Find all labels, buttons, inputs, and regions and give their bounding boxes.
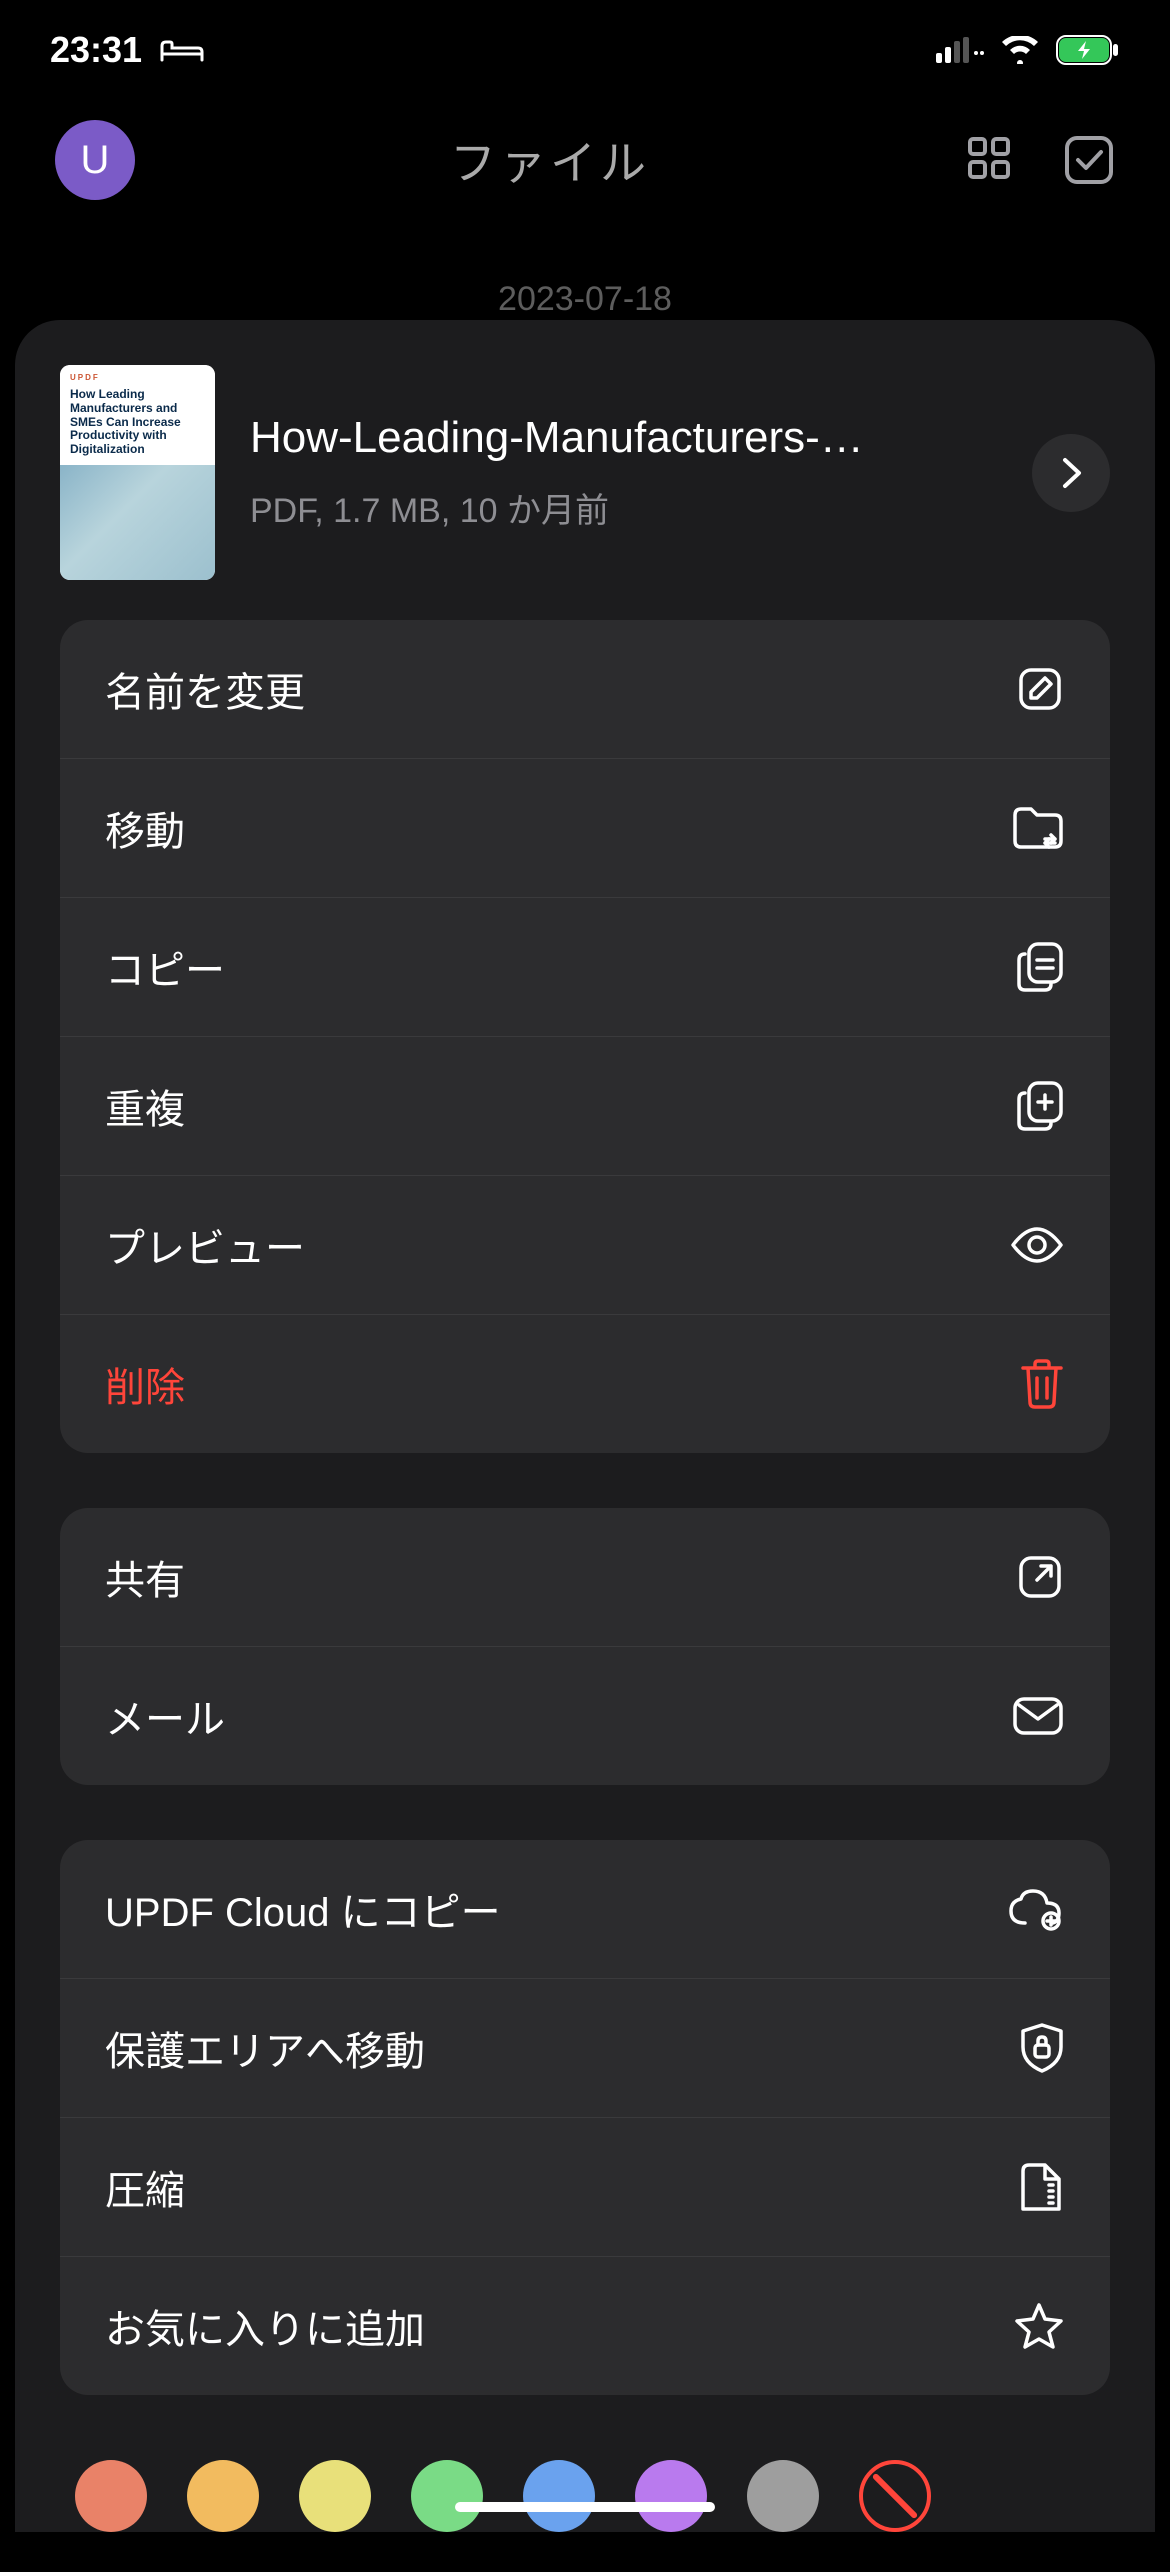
action-row-label: コピー — [105, 938, 225, 996]
action-row[interactable]: 重複 — [60, 1037, 1110, 1176]
file-thumbnail: UPDF How Leading Manufacturers and SMEs … — [60, 365, 215, 580]
status-left: 23:31 — [50, 29, 204, 71]
action-row[interactable]: 共有 — [60, 1508, 1110, 1647]
action-row-label: 圧縮 — [105, 2158, 185, 2216]
cloud-add-icon — [1007, 1887, 1065, 1931]
star-icon — [1013, 2301, 1065, 2351]
dual-sim-signal-icon — [936, 37, 984, 63]
file-name: How-Leading-Manufacturers-… — [250, 413, 997, 463]
action-group: UPDF Cloud にコピー保護エリアへ移動圧縮お気に入りに追加 — [60, 1840, 1110, 2395]
avatar-initial: U — [81, 138, 110, 183]
status-time: 23:31 — [50, 29, 142, 71]
select-checkbox-icon[interactable] — [1063, 134, 1115, 186]
status-bar: 23:31 — [0, 0, 1170, 100]
action-row[interactable]: コピー — [60, 898, 1110, 1037]
action-row[interactable]: メール — [60, 1647, 1110, 1785]
home-indicator[interactable] — [455, 2502, 715, 2512]
color-tag-dot[interactable] — [299, 2460, 371, 2532]
thumb-image — [60, 465, 215, 580]
grid-view-icon[interactable] — [965, 134, 1013, 186]
action-row-label: お気に入りに追加 — [105, 2297, 425, 2355]
action-row[interactable]: お気に入りに追加 — [60, 2257, 1110, 2395]
bed-icon — [160, 36, 204, 64]
action-row[interactable]: プレビュー — [60, 1176, 1110, 1315]
action-row-label: 保護エリアへ移動 — [105, 2019, 425, 2077]
edit-square-icon — [1015, 664, 1065, 714]
status-right — [936, 35, 1120, 65]
nav-actions — [965, 134, 1115, 186]
battery-charging-icon — [1056, 35, 1120, 65]
file-meta: PDF, 1.7 MB, 10 か月前 — [250, 483, 997, 532]
nav-bar: U ファイル — [0, 100, 1170, 220]
file-details-button[interactable] — [1032, 434, 1110, 512]
color-tag-dot[interactable] — [187, 2460, 259, 2532]
action-row-label: 移動 — [105, 799, 185, 857]
thumb-badge: UPDF — [70, 373, 205, 382]
duplicate-icon — [1015, 1079, 1065, 1133]
action-group: 名前を変更移動コピー重複プレビュー削除 — [60, 620, 1110, 1453]
chevron-right-icon — [1057, 456, 1085, 490]
action-row-label: 共有 — [105, 1548, 185, 1606]
action-row-label: 削除 — [105, 1355, 185, 1413]
action-row[interactable]: UPDF Cloud にコピー — [60, 1840, 1110, 1979]
color-tag-dot[interactable] — [747, 2460, 819, 2532]
trash-icon — [1019, 1358, 1065, 1410]
avatar[interactable]: U — [55, 120, 135, 200]
color-tag-dot[interactable] — [75, 2460, 147, 2532]
action-row-label: メール — [105, 1687, 225, 1745]
color-tag-dot[interactable] — [411, 2460, 483, 2532]
action-row[interactable]: 保護エリアへ移動 — [60, 1979, 1110, 2118]
action-row[interactable]: 名前を変更 — [60, 620, 1110, 759]
action-sheet: UPDF How Leading Manufacturers and SMEs … — [15, 320, 1155, 2532]
action-row-label: 名前を変更 — [105, 660, 305, 718]
folder-move-icon — [1011, 805, 1065, 851]
share-icon — [1015, 1552, 1065, 1602]
lock-shield-icon — [1019, 2021, 1065, 2075]
eye-icon — [1009, 1225, 1065, 1265]
action-row[interactable]: 圧縮 — [60, 2118, 1110, 2257]
page-title: ファイル — [135, 127, 965, 193]
color-tag-dot[interactable] — [523, 2460, 595, 2532]
color-tag-dot[interactable] — [635, 2460, 707, 2532]
action-row-label: プレビュー — [105, 1216, 305, 1274]
no-color-icon[interactable] — [859, 2460, 931, 2532]
background-file-date: 2023-07-18 — [422, 280, 749, 319]
mail-icon — [1011, 1695, 1065, 1737]
action-row[interactable]: 削除 — [60, 1315, 1110, 1453]
action-groups: 名前を変更移動コピー重複プレビュー削除共有メール UPDF Cloud にコピー保… — [15, 620, 1155, 2450]
background-file-row: 2023-07-18 — [0, 280, 1170, 319]
wifi-icon — [1000, 36, 1040, 64]
action-row-label: 重複 — [105, 1077, 185, 1135]
action-row[interactable]: 移動 — [60, 759, 1110, 898]
action-group: 共有メール — [60, 1508, 1110, 1785]
copy-icon — [1015, 940, 1065, 994]
action-row-label: UPDF Cloud にコピー — [105, 1880, 501, 1938]
thumb-heading: How Leading Manufacturers and SMEs Can I… — [70, 388, 205, 457]
file-header: UPDF How Leading Manufacturers and SMEs … — [15, 365, 1155, 620]
compress-icon — [1017, 2161, 1065, 2213]
file-info: How-Leading-Manufacturers-… PDF, 1.7 MB,… — [250, 413, 997, 532]
